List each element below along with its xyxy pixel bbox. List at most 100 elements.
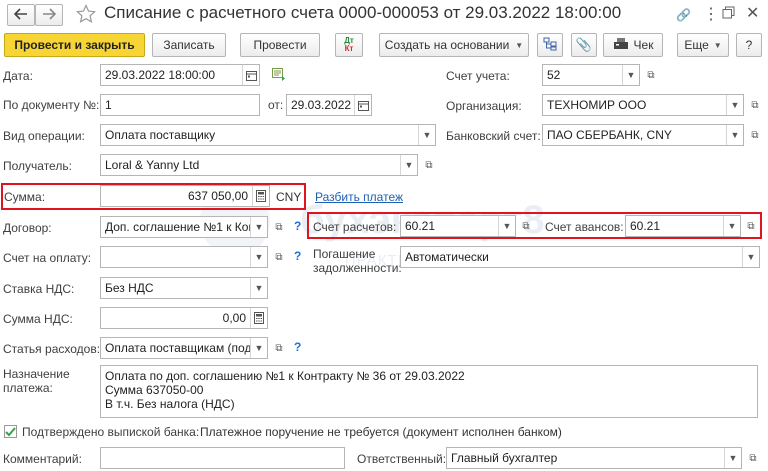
open-invoice-icon[interactable]: ⧉ — [270, 248, 288, 266]
vat-rate-label: Ставка НДС: — [3, 282, 75, 296]
window-restore-icon[interactable] — [722, 6, 735, 22]
dropdown-icon[interactable]: ▼ — [726, 125, 743, 145]
organization-value: ТЕХНОМИР ООО — [547, 98, 647, 112]
dropdown-icon[interactable]: ▼ — [726, 95, 743, 115]
operation-type-label: Вид операции: — [3, 129, 85, 143]
calendar-icon[interactable] — [242, 65, 259, 85]
calculator-icon[interactable] — [250, 308, 267, 328]
registry-icon[interactable] — [272, 68, 287, 84]
dropdown-icon[interactable]: ▼ — [724, 448, 741, 468]
amount-currency: CNY — [276, 190, 302, 204]
open-recipient-icon[interactable]: ⧉ — [420, 156, 438, 174]
check-label: Чек — [633, 38, 654, 52]
open-account-icon[interactable]: ⧉ — [642, 66, 660, 84]
link-icon[interactable]: 🔗 — [676, 8, 691, 22]
dropdown-icon[interactable]: ▼ — [742, 247, 759, 267]
confirmed-checkbox[interactable] — [4, 425, 17, 438]
expense-help-icon[interactable]: ? — [294, 340, 301, 354]
date-value: 29.03.2022 18:00:00 — [105, 68, 216, 82]
doc-date-value: 29.03.2022 — [291, 98, 352, 112]
split-payment-link[interactable]: Разбить платеж — [315, 190, 403, 204]
contract-help-icon[interactable]: ? — [294, 219, 301, 233]
bank-account-field[interactable]: ПАО СБЕРБАНК, CNY ▼ — [542, 124, 744, 146]
expense-item-value: Оплата поставщикам (подр — [105, 341, 250, 355]
vat-sum-label: Сумма НДС: — [3, 312, 73, 326]
organization-field[interactable]: ТЕХНОМИР ООО ▼ — [542, 94, 744, 116]
help-button[interactable]: ? — [736, 33, 762, 57]
doc-date-label: от: — [268, 98, 284, 112]
back-button[interactable] — [7, 4, 35, 26]
responsible-field[interactable]: Главный бухгалтер ▼ — [446, 447, 742, 469]
calculator-icon[interactable] — [252, 186, 269, 206]
close-icon[interactable]: ✕ — [746, 3, 759, 23]
doc-number-field[interactable]: 1 — [100, 94, 260, 116]
advance-account-label: Счет авансов: — [545, 220, 624, 234]
dropdown-icon[interactable]: ▼ — [418, 125, 435, 145]
doc-number-label: По документу №: — [3, 98, 100, 112]
save-button[interactable]: Записать — [152, 33, 226, 57]
more-button[interactable]: Еще ▼ — [677, 33, 729, 57]
debt-repayment-select[interactable]: Автоматически ▼ — [400, 246, 760, 268]
dropdown-icon[interactable]: ▼ — [723, 216, 740, 236]
open-responsible-icon[interactable]: ⧉ — [744, 449, 762, 467]
forward-button[interactable] — [35, 4, 63, 26]
doc-date-field[interactable]: 29.03.2022 — [286, 94, 372, 116]
invoice-label: Счет на оплату: — [3, 251, 92, 265]
open-expense-item-icon[interactable]: ⧉ — [270, 339, 288, 357]
account-field[interactable]: 52 ▼ — [542, 64, 640, 86]
attach-button[interactable]: 📎 — [571, 33, 597, 57]
operation-type-select[interactable]: Оплата поставщику ▼ — [100, 124, 436, 146]
responsible-value: Главный бухгалтер — [451, 451, 558, 465]
create-based-on-button[interactable]: Создать на основании ▼ — [379, 33, 529, 57]
date-label: Дата: — [3, 69, 33, 83]
more-label: Еще — [684, 38, 709, 52]
open-settlement-account-icon[interactable]: ⧉ — [517, 217, 535, 235]
vat-sum-field[interactable]: 0,00 — [100, 307, 268, 329]
recipient-field[interactable]: Loral & Yanny Ltd ▼ — [100, 154, 418, 176]
arrow-left-icon — [13, 7, 28, 23]
dots-vertical-icon[interactable]: ⋮ — [703, 4, 719, 24]
settlement-account-value: 60.21 — [405, 219, 436, 233]
invoice-field[interactable]: ▼ — [100, 246, 268, 268]
open-bank-account-icon[interactable]: ⧉ — [746, 126, 764, 144]
date-field[interactable]: 29.03.2022 18:00:00 — [100, 64, 260, 86]
vat-sum-value: 0,00 — [222, 311, 246, 325]
dropdown-icon[interactable]: ▼ — [250, 217, 267, 237]
dropdown-icon[interactable]: ▼ — [498, 216, 515, 236]
account-label: Счет учета: — [446, 69, 510, 83]
dropdown-icon[interactable]: ▼ — [400, 155, 417, 175]
calendar-icon[interactable] — [354, 95, 371, 115]
structure-button[interactable] — [537, 33, 563, 57]
contract-label: Договор: — [3, 221, 52, 235]
amount-field[interactable]: 637 050,00 — [100, 185, 270, 207]
chevron-down-icon: ▼ — [515, 40, 524, 50]
expense-item-field[interactable]: Оплата поставщикам (подр ▼ — [100, 337, 268, 359]
star-icon[interactable] — [76, 4, 96, 27]
dtkt-button[interactable]: Дт Кт — [335, 33, 363, 57]
purpose-textarea[interactable]: Оплата по доп. соглашению №1 к Контракту… — [100, 365, 758, 418]
check-button[interactable]: Чек — [603, 33, 663, 57]
advance-account-value: 60.21 — [630, 219, 661, 233]
purpose-line: В т.ч. Без налога (НДС) — [105, 397, 235, 411]
open-advance-account-icon[interactable]: ⧉ — [742, 217, 760, 235]
advance-account-field[interactable]: 60.21 ▼ — [625, 215, 741, 237]
dtkt-icon-bottom: Кт — [344, 44, 354, 53]
open-contract-icon[interactable]: ⧉ — [270, 218, 288, 236]
vat-rate-select[interactable]: Без НДС ▼ — [100, 277, 268, 299]
dropdown-icon[interactable]: ▼ — [250, 338, 267, 358]
comment-field[interactable] — [100, 447, 345, 469]
post-and-close-button[interactable]: Провести и закрыть — [4, 33, 145, 57]
recipient-label: Получатель: — [3, 159, 72, 173]
contract-value: Доп. соглашение №1 к Конт — [105, 220, 250, 234]
post-button[interactable]: Провести — [240, 33, 320, 57]
dropdown-icon[interactable]: ▼ — [250, 247, 267, 267]
invoice-help-icon[interactable]: ? — [294, 249, 301, 263]
dropdown-icon[interactable]: ▼ — [622, 65, 639, 85]
open-organization-icon[interactable]: ⧉ — [746, 96, 764, 114]
contract-field[interactable]: Доп. соглашение №1 к Конт ▼ — [100, 216, 268, 238]
responsible-label: Ответственный: — [357, 452, 447, 466]
dropdown-icon[interactable]: ▼ — [250, 278, 267, 298]
bank-account-value: ПАО СБЕРБАНК, CNY — [547, 128, 672, 142]
settlement-account-field[interactable]: 60.21 ▼ — [400, 215, 516, 237]
expense-item-label: Статья расходов: — [3, 342, 101, 356]
